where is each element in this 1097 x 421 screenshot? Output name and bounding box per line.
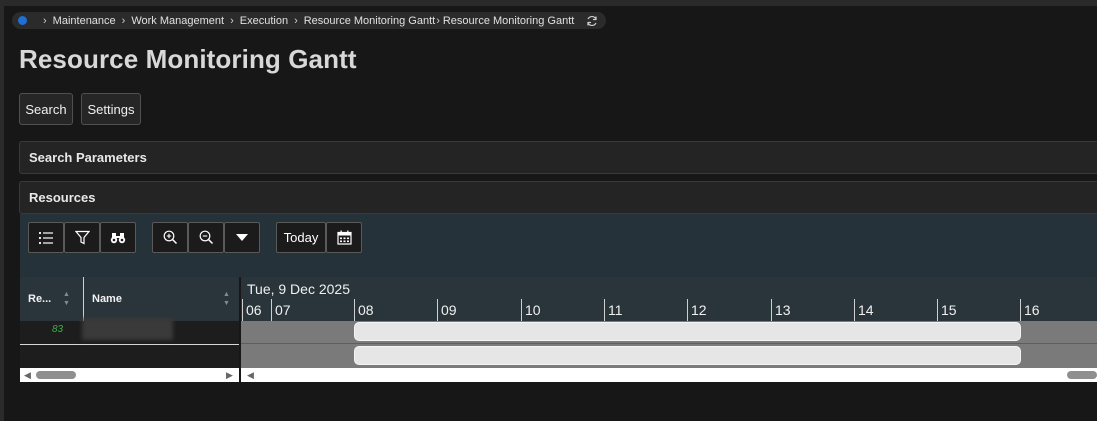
scroll-thumb[interactable]	[36, 371, 76, 379]
gantt-toolbar: Today	[20, 214, 1097, 277]
sort-icon[interactable]: ▲ ▼	[63, 290, 70, 308]
gantt-bar[interactable]	[354, 322, 1021, 341]
hour-tick: 06	[242, 299, 262, 321]
refresh-icon[interactable]	[586, 15, 598, 27]
chevron-right-icon: ›	[294, 14, 298, 27]
breadcrumb-item-work-management[interactable]: Work Management	[131, 15, 224, 27]
hour-tick: 15	[937, 299, 957, 321]
hour-tick: 16	[1020, 299, 1040, 321]
top-edge	[0, 0, 1097, 6]
calendar-icon	[336, 230, 352, 245]
footer-space	[20, 382, 1097, 421]
chevron-right-icon: ›	[436, 14, 440, 27]
breadcrumb-item-current: Resource Monitoring Gantt	[442, 14, 575, 27]
hour-tick: 12	[687, 299, 707, 321]
hour-tick: 09	[437, 299, 457, 321]
resource-grid-header: Re... ▲ ▼ Name ▲ ▼	[20, 277, 239, 321]
home-icon[interactable]	[18, 16, 27, 25]
caret-down-icon	[236, 234, 248, 241]
timescale-date: Tue, 9 Dec 2025	[247, 281, 350, 297]
resource-grid: Re... ▲ ▼ Name ▲ ▼ 83	[20, 277, 239, 368]
hour-tick: 14	[854, 299, 874, 321]
sort-icon[interactable]: ▲ ▼	[223, 290, 230, 308]
settings-button[interactable]: Settings	[81, 93, 141, 125]
hour-tick: 10	[521, 299, 541, 321]
zoom-menu-button[interactable]	[224, 222, 260, 253]
hour-tick: 08	[354, 299, 374, 321]
gantt-row	[241, 321, 1097, 344]
scroll-thumb[interactable]	[1067, 371, 1097, 379]
search-parameters-label: Search Parameters	[29, 150, 147, 165]
find-button[interactable]	[100, 222, 136, 253]
gantt-chart: Tue, 9 Dec 2025 06 07 08 09 10 11 12 13 …	[241, 277, 1097, 368]
breadcrumb-item-execution[interactable]: Execution	[240, 15, 288, 27]
gantt-row	[241, 344, 1097, 367]
search-button[interactable]: Search	[19, 93, 73, 125]
table-row[interactable]	[20, 344, 239, 368]
list-view-button[interactable]	[28, 222, 64, 253]
hour-tick: 11	[604, 299, 623, 321]
page-title: Resource Monitoring Gantt	[19, 44, 357, 74]
gantt-timescale: Tue, 9 Dec 2025 06 07 08 09 10 11 12 13 …	[241, 277, 1097, 321]
left-edge	[0, 6, 4, 421]
scroll-left-icon[interactable]: ◀	[247, 370, 254, 381]
zoom-in-button[interactable]	[152, 222, 188, 253]
gantt-scrollbar[interactable]: ◀	[241, 368, 1097, 382]
table-row[interactable]: 83	[20, 318, 239, 345]
resources-label: Resources	[29, 190, 96, 205]
chevron-right-icon: ›	[43, 14, 47, 27]
filter-button[interactable]	[64, 222, 100, 253]
gantt-bar[interactable]	[354, 346, 1021, 365]
search-parameters-panel-header[interactable]: Search Parameters	[19, 141, 1097, 174]
today-button[interactable]: Today	[276, 222, 326, 253]
hour-tick: 07	[271, 299, 291, 321]
resources-panel-header[interactable]: Resources	[19, 181, 1097, 214]
zoom-in-icon	[163, 230, 177, 245]
breadcrumb-item-resource-monitoring-gantt[interactable]: Resource Monitoring Gantt	[304, 15, 435, 27]
binoculars-icon	[110, 232, 126, 243]
column-header-resource[interactable]: Re...	[20, 277, 83, 321]
hour-tick: 13	[771, 299, 791, 321]
resource-grid-scrollbar[interactable]: ◀ ▶	[20, 368, 239, 382]
chevron-right-icon: ›	[230, 14, 234, 27]
list-icon	[38, 231, 53, 244]
status-indicator: 83	[52, 324, 64, 335]
breadcrumb: › Maintenance › Work Management › Execut…	[12, 12, 607, 29]
scroll-left-icon[interactable]: ◀	[24, 370, 31, 381]
breadcrumb-item-maintenance[interactable]: Maintenance	[53, 15, 116, 27]
column-header-name[interactable]: Name	[84, 277, 239, 321]
redacted-name	[82, 318, 173, 340]
zoom-out-icon	[199, 230, 213, 245]
zoom-out-button[interactable]	[188, 222, 224, 253]
calendar-button[interactable]	[326, 222, 362, 253]
chevron-right-icon: ›	[121, 14, 126, 27]
filter-icon	[74, 230, 90, 245]
scroll-right-icon[interactable]: ▶	[226, 370, 233, 381]
